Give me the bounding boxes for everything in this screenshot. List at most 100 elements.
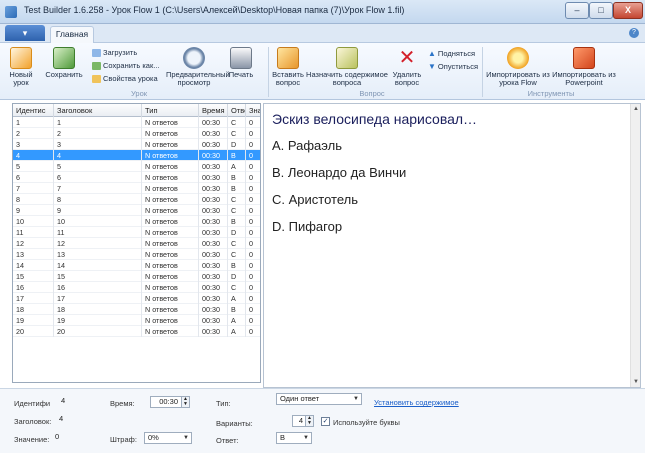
assign-content-button[interactable]: Назначить содержимое вопроса bbox=[306, 47, 388, 87]
cell-title: 12 bbox=[54, 238, 142, 249]
cell-time: 00:30 bbox=[199, 183, 228, 194]
cell-time: 00:30 bbox=[199, 161, 228, 172]
variants-label: Варианты: bbox=[216, 419, 253, 428]
app-menu-button[interactable]: ▾ bbox=[5, 25, 45, 41]
maximize-button[interactable]: □ bbox=[589, 2, 613, 19]
flow-icon bbox=[507, 47, 529, 69]
preview-button[interactable]: Предварительный просмотр bbox=[166, 47, 230, 87]
import-flow-button[interactable]: Импортировать из урока Flow bbox=[486, 47, 550, 87]
lesson-properties-button[interactable]: Свойства урока bbox=[92, 74, 158, 84]
cell-id: 1 bbox=[13, 117, 54, 128]
load-button[interactable]: Загрузить bbox=[92, 48, 137, 58]
variants-field[interactable]: 4 ▲ ▼ bbox=[292, 415, 314, 427]
cell-title: 19 bbox=[54, 315, 142, 326]
cell-type: N ответов bbox=[142, 216, 199, 227]
cell-time: 00:30 bbox=[199, 282, 228, 293]
scroll-up-icon[interactable]: ▲ bbox=[632, 105, 640, 113]
table-row[interactable]: 77N ответов 00:30 B 0 bbox=[13, 183, 260, 194]
cell-time: 00:30 bbox=[199, 194, 228, 205]
set-content-link[interactable]: Установить содержимое bbox=[374, 398, 459, 407]
table-row[interactable]: 99N ответов 00:30 C 0 bbox=[13, 205, 260, 216]
cell-value: 0 bbox=[246, 315, 260, 326]
table-row[interactable]: 55N ответов 00:30 A 0 bbox=[13, 161, 260, 172]
questions-table[interactable]: Идентис Заголовок Тип Время Ответ Значен… bbox=[12, 103, 261, 383]
answer-select[interactable]: B ▼ bbox=[276, 432, 312, 444]
cell-title: 18 bbox=[54, 304, 142, 315]
table-row[interactable]: 20 20 N ответов 00:30 A 0 bbox=[13, 326, 260, 337]
penalty-select[interactable]: 0% ▼ bbox=[144, 432, 192, 444]
cell-answer: C bbox=[228, 194, 246, 205]
ribbon: Новый урок Сохранить Загрузить Сохранить… bbox=[0, 43, 645, 100]
time-field[interactable]: 00:30 ▲ ▼ bbox=[150, 396, 190, 408]
use-letters-label: Используйте буквы bbox=[333, 418, 400, 427]
table-row[interactable]: 19 19 N ответов 00:30 A 0 bbox=[13, 315, 260, 326]
cell-answer: A bbox=[228, 293, 246, 304]
column-header-answer[interactable]: Ответ bbox=[228, 104, 246, 117]
cell-answer: C bbox=[228, 117, 246, 128]
table-row[interactable]: 44N ответов 00:30 B 0 bbox=[13, 150, 260, 161]
cell-answer: A bbox=[228, 326, 246, 337]
table-row[interactable]: 17 17 N ответов 00:30 A 0 bbox=[13, 293, 260, 304]
cell-id: 7 bbox=[13, 183, 54, 194]
column-header-title[interactable]: Заголовок bbox=[54, 104, 142, 117]
cell-answer: A bbox=[228, 315, 246, 326]
table-row[interactable]: 66N ответов 00:30 B 0 bbox=[13, 172, 260, 183]
insert-question-button[interactable]: Вставить вопрос bbox=[272, 47, 304, 87]
cell-value: 0 bbox=[246, 326, 260, 337]
ribbon-separator bbox=[268, 47, 269, 97]
cell-value: 0 bbox=[246, 304, 260, 315]
preview-scrollbar[interactable]: ▲ ▼ bbox=[630, 104, 640, 387]
delete-question-button[interactable]: ✕ Удалить вопрос bbox=[390, 47, 424, 87]
cell-title: 9 bbox=[54, 205, 142, 216]
cell-time: 00:30 bbox=[199, 249, 228, 260]
table-row[interactable]: 88N ответов 00:30 C 0 bbox=[13, 194, 260, 205]
value-field[interactable]: 0 bbox=[52, 432, 82, 444]
column-header-time[interactable]: Время bbox=[199, 104, 228, 117]
cell-value: 0 bbox=[246, 150, 260, 161]
cell-title: 16 bbox=[54, 282, 142, 293]
type-select[interactable]: Один ответ ▼ bbox=[276, 393, 362, 405]
column-header-id[interactable]: Идентис bbox=[13, 104, 54, 117]
table-row[interactable]: 14 14 N ответов 00:30 B 0 bbox=[13, 260, 260, 271]
table-row[interactable]: 22N ответов 00:30 C 0 bbox=[13, 128, 260, 139]
cell-time: 00:30 bbox=[199, 139, 228, 150]
table-row[interactable]: 13 13 N ответов 00:30 C 0 bbox=[13, 249, 260, 260]
column-header-type[interactable]: Тип bbox=[142, 104, 199, 117]
move-down-button[interactable]: ▼ Опуститься bbox=[428, 62, 478, 72]
cell-id: 20 bbox=[13, 326, 54, 337]
table-row[interactable]: 33N ответов 00:30 D 0 bbox=[13, 139, 260, 150]
scroll-down-icon[interactable]: ▼ bbox=[632, 378, 640, 386]
tab-main[interactable]: Главная bbox=[50, 26, 94, 43]
type-value: Один ответ bbox=[280, 394, 320, 403]
table-row[interactable]: 11 11 N ответов 00:30 D 0 bbox=[13, 227, 260, 238]
use-letters-checkbox[interactable]: ✓ bbox=[321, 417, 330, 426]
print-button[interactable]: Печать bbox=[226, 47, 256, 79]
table-row[interactable]: 16 16 N ответов 00:30 C 0 bbox=[13, 282, 260, 293]
table-row[interactable]: 11N ответов 00:30 C 0 bbox=[13, 117, 260, 128]
cell-time: 00:30 bbox=[199, 238, 228, 249]
close-button[interactable]: X bbox=[613, 2, 643, 19]
penalty-label: Штраф: bbox=[110, 435, 137, 444]
cell-title: 11 bbox=[54, 227, 142, 238]
time-spinner-icon[interactable]: ▲ ▼ bbox=[181, 397, 189, 407]
table-row[interactable]: 12 12 N ответов 00:30 C 0 bbox=[13, 238, 260, 249]
save-button[interactable]: Сохранить bbox=[44, 47, 84, 79]
minimize-button[interactable]: – bbox=[565, 2, 589, 19]
new-lesson-button[interactable]: Новый урок bbox=[4, 47, 38, 87]
ribbon-tab-bar: ▾ Главная ? bbox=[0, 24, 645, 43]
help-icon[interactable]: ? bbox=[629, 28, 639, 38]
cell-answer: B bbox=[228, 260, 246, 271]
variants-spinner-icon[interactable]: ▲ ▼ bbox=[305, 416, 313, 426]
save-as-button[interactable]: Сохранить как... bbox=[92, 61, 160, 71]
import-powerpoint-button[interactable]: Импортировать из Powerpoint bbox=[552, 47, 616, 87]
cell-value: 0 bbox=[246, 216, 260, 227]
table-row[interactable]: 15 15 N ответов 00:30 D 0 bbox=[13, 271, 260, 282]
table-row[interactable]: 18 18 N ответов 00:30 B 0 bbox=[13, 304, 260, 315]
id-field[interactable]: 4 bbox=[58, 396, 88, 408]
title-field[interactable]: 4 bbox=[56, 414, 116, 426]
time-value: 00:30 bbox=[159, 397, 178, 406]
move-up-button[interactable]: ▲ Подняться bbox=[428, 49, 475, 59]
table-row[interactable]: 10 10 N ответов 00:30 B 0 bbox=[13, 216, 260, 227]
column-header-value[interactable]: Значен bbox=[246, 104, 260, 117]
cell-type: N ответов bbox=[142, 227, 199, 238]
